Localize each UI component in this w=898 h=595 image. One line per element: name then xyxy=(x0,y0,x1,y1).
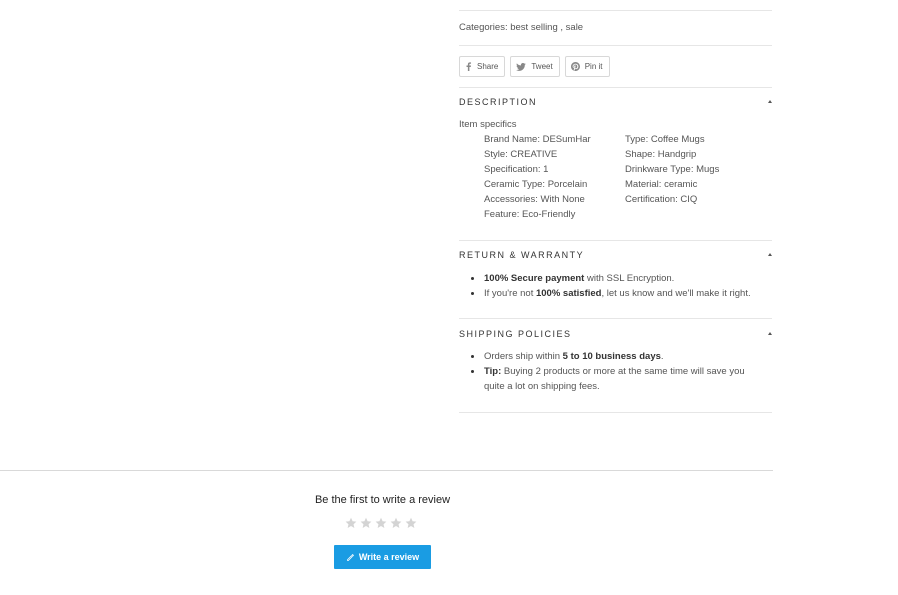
categories-line: Categories: best selling , sale xyxy=(459,22,584,33)
write-review-button[interactable]: Write a review xyxy=(334,545,431,569)
star-icon[interactable] xyxy=(375,517,387,529)
pinterest-pin-button[interactable]: Pin it xyxy=(564,56,610,77)
item-text: . xyxy=(660,351,664,362)
pinterest-icon xyxy=(570,62,580,71)
pin-label: Pin it xyxy=(584,62,603,71)
item-text: with SSL Encryption. xyxy=(584,273,675,284)
item-text: Orders ship within xyxy=(484,351,563,362)
spec-item: Feature: Eco-Friendly xyxy=(484,209,576,220)
divider xyxy=(459,87,772,88)
twitter-icon xyxy=(516,62,527,71)
tweet-label: Tweet xyxy=(531,62,553,71)
specs-list-right: Type: Coffee Mugs Shape: Handgrip Drinkw… xyxy=(625,134,719,209)
divider xyxy=(459,45,772,46)
twitter-tweet-button[interactable]: Tweet xyxy=(510,56,560,77)
social-share-bar: Share Tweet Pin it xyxy=(459,56,610,77)
list-item: Tip: Buying 2 products or more at the sa… xyxy=(470,364,760,394)
bold-text: 100% satisfied xyxy=(535,288,602,299)
spec-item: Accessories: With None xyxy=(484,194,585,205)
spec-item: Shape: Handgrip xyxy=(625,149,697,160)
caret-up-icon[interactable] xyxy=(768,253,772,256)
shipping-policies-toggle[interactable]: SHIPPING POLICIES xyxy=(459,329,572,339)
return-warranty-toggle[interactable]: RETURN & WARRANTY xyxy=(459,250,584,260)
pencil-icon xyxy=(346,553,354,561)
return-warranty-list: 100% Secure payment with SSL Encryption.… xyxy=(470,271,770,301)
facebook-share-button[interactable]: Share xyxy=(459,56,506,77)
review-heading: Be the first to write a review xyxy=(314,494,451,506)
bold-text: 100% Secure payment xyxy=(484,273,585,284)
shipping-list: Orders ship within 5 to 10 business days… xyxy=(470,349,770,394)
divider xyxy=(459,318,772,319)
divider xyxy=(459,412,772,413)
description-toggle[interactable]: DESCRIPTION xyxy=(459,97,537,107)
star-icon[interactable] xyxy=(360,517,372,529)
spec-item: Certification: CIQ xyxy=(625,194,698,205)
facebook-icon xyxy=(466,62,472,71)
star-icon[interactable] xyxy=(390,517,402,529)
spec-item: Type: Coffee Mugs xyxy=(625,134,705,145)
item-specifics-label: Item specifics xyxy=(459,119,517,130)
bold-text: Tip: xyxy=(484,366,502,377)
bold-text: 5 to 10 business days xyxy=(562,351,661,362)
spec-item: Material: ceramic xyxy=(625,179,698,190)
star-rating[interactable] xyxy=(345,517,417,529)
list-item: 100% Secure payment with SSL Encryption. xyxy=(470,271,770,286)
reviews-divider xyxy=(0,470,773,471)
spec-item: Brand Name: DESumHar xyxy=(484,134,591,145)
list-item: If you're not 100% satisfied, let us kno… xyxy=(470,286,770,301)
share-label: Share xyxy=(477,62,499,71)
divider xyxy=(459,10,772,11)
star-icon[interactable] xyxy=(405,517,417,529)
list-item: Orders ship within 5 to 10 business days… xyxy=(470,349,770,364)
spec-item: Ceramic Type: Porcelain xyxy=(484,179,588,190)
specs-list-left: Brand Name: DESumHar Style: CREATIVE Spe… xyxy=(484,134,591,224)
spec-item: Drinkware Type: Mugs xyxy=(625,164,720,175)
spec-item: Style: CREATIVE xyxy=(484,149,558,160)
spec-item: Specification: 1 xyxy=(484,164,549,175)
write-review-label: Write a review xyxy=(358,552,420,562)
star-icon[interactable] xyxy=(345,517,357,529)
divider xyxy=(459,240,772,241)
item-text: If you're not xyxy=(484,288,536,299)
caret-up-icon[interactable] xyxy=(768,100,772,103)
caret-up-icon[interactable] xyxy=(768,332,772,335)
item-text: , let us know and we'll make it right. xyxy=(601,288,751,299)
item-text: Buying 2 products or more at the same ti… xyxy=(484,366,745,392)
